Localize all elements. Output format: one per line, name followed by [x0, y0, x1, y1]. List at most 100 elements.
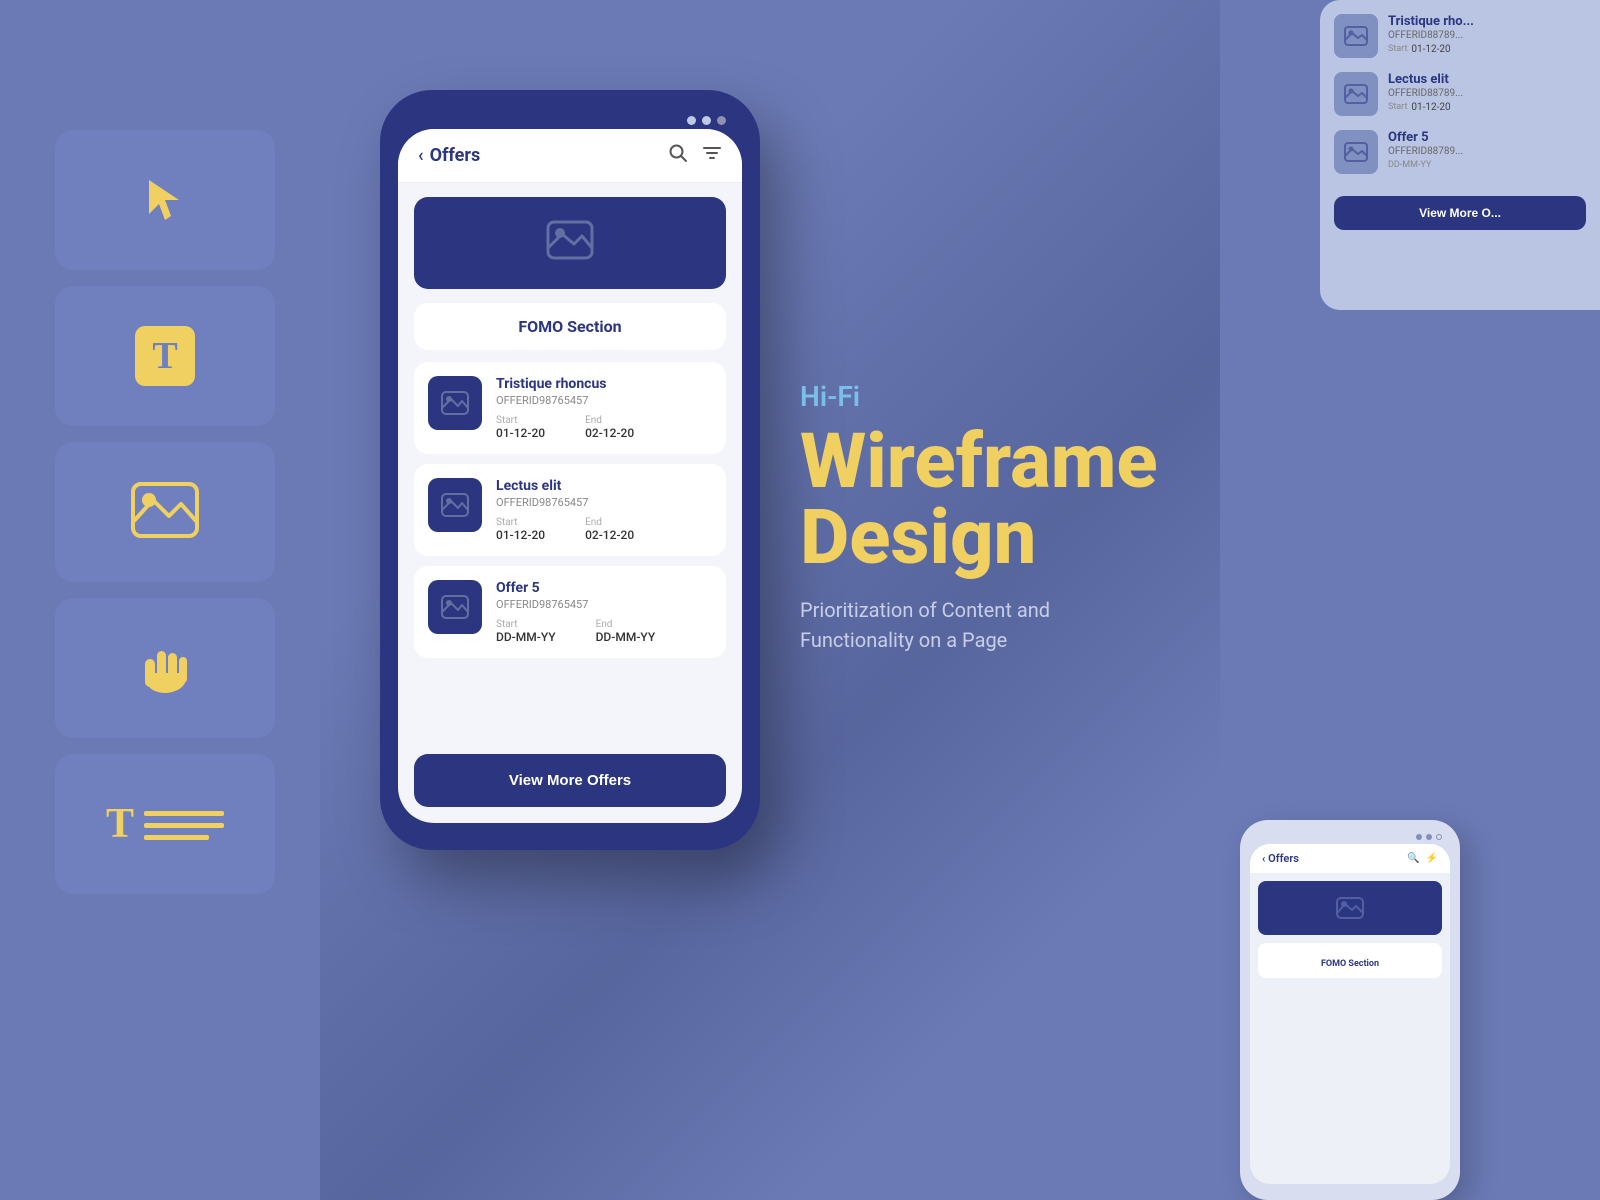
back-arrow-icon[interactable]: ‹ — [418, 145, 424, 166]
offer-thumb-1 — [428, 376, 482, 430]
panel-date-label-2: Start — [1388, 102, 1407, 113]
offer-dates-2: Start 01-12-20 End 02-12-20 — [496, 517, 712, 542]
small-status-bar — [1250, 830, 1450, 844]
end-date-3: End DD-MM-YY — [596, 619, 656, 644]
panel-view-more-button[interactable]: View More O... — [1334, 196, 1586, 230]
panel-offer-1[interactable]: Tristique rho... OFFERID88789... Start 0… — [1334, 14, 1586, 58]
offer-info-2: Lectus elit OFFERID98765457 Start 01-12-… — [496, 478, 712, 542]
panel-date-val-1: 01-12-20 — [1411, 44, 1450, 55]
end-date-2: End 02-12-20 — [585, 517, 634, 542]
panel-date-2: Start 01-12-20 — [1388, 102, 1586, 113]
start-label-2: Start — [496, 517, 545, 528]
cursor-tool[interactable] — [55, 130, 275, 270]
offer-info-1: Tristique rhoncus OFFERID98765457 Start … — [496, 376, 712, 440]
phone-screen: ‹ Offers — [398, 129, 742, 823]
header-icons — [668, 143, 722, 168]
subtitle-text: Prioritization of Content and Functional… — [800, 595, 1140, 655]
offer-dates-3: Start DD-MM-YY End DD-MM-YY — [496, 619, 712, 644]
small-phone: ‹ Offers 🔍 ⚡ FOMO Section — [1240, 820, 1460, 1200]
phone-main: ‹ Offers — [380, 90, 760, 850]
hand-icon — [139, 637, 191, 699]
offer-name-3: Offer 5 — [496, 580, 712, 596]
small-dot-3 — [1436, 834, 1442, 840]
textpara-icon: T — [106, 803, 224, 845]
panel-date-label-3: DD-MM-YY — [1388, 160, 1431, 170]
fomo-label: FOMO Section — [518, 317, 621, 336]
panel-thumb-3 — [1334, 130, 1378, 174]
offer-card-2[interactable]: Lectus elit OFFERID98765457 Start 01-12-… — [414, 464, 726, 556]
cursor-icon — [145, 176, 185, 224]
filter-icon[interactable] — [702, 143, 722, 168]
panel-date-label-1: Start — [1388, 44, 1407, 55]
fomo-label-card: FOMO Section — [414, 303, 726, 350]
search-icon[interactable] — [668, 143, 688, 168]
start-value-1: 01-12-20 — [496, 426, 545, 440]
offer-name-1: Tristique rhoncus — [496, 376, 712, 392]
offer-card-1[interactable]: Tristique rhoncus OFFERID98765457 Start … — [414, 362, 726, 454]
start-date-2: Start 01-12-20 — [496, 517, 545, 542]
wireframe-line2: Design — [800, 492, 1036, 582]
offer-info-3: Offer 5 OFFERID98765457 Start DD-MM-YY E… — [496, 580, 712, 644]
screen-header: ‹ Offers — [398, 129, 742, 183]
panel-thumb-2 — [1334, 72, 1378, 116]
screen-title: Offers — [430, 145, 481, 166]
panel-offer-info-1: Tristique rho... OFFERID88789... Start 0… — [1388, 14, 1586, 55]
start-date-3: Start DD-MM-YY — [496, 619, 556, 644]
panel-offer-name-3: Offer 5 — [1388, 130, 1586, 145]
offer-id-2: OFFERID98765457 — [496, 496, 712, 509]
phone-outer: ‹ Offers — [380, 90, 760, 850]
small-filter-icon[interactable]: ⚡ — [1426, 853, 1438, 864]
small-search-icon[interactable]: 🔍 — [1407, 853, 1419, 864]
panel-offer-3[interactable]: Offer 5 OFFERID88789... DD-MM-YY — [1334, 130, 1586, 174]
panel-offer-id-2: OFFERID88789... — [1388, 88, 1586, 99]
right-panel: Tristique rho... OFFERID88789... Start 0… — [1320, 0, 1600, 310]
small-fomo-label: FOMO Section — [1321, 959, 1379, 969]
panel-date-1: Start 01-12-20 — [1388, 44, 1586, 55]
offer-name-2: Lectus elit — [496, 478, 712, 494]
end-date-1: End 02-12-20 — [585, 415, 634, 440]
end-label-2: End — [585, 517, 634, 528]
status-bar — [398, 108, 742, 129]
panel-offer-name-1: Tristique rho... — [1388, 14, 1586, 29]
status-dot-3 — [717, 116, 726, 125]
image-icon — [131, 482, 199, 542]
small-dot-2 — [1426, 834, 1432, 840]
panel-date-3: DD-MM-YY — [1388, 160, 1586, 170]
fomo-banner-icon — [546, 220, 594, 267]
panel-thumb-1 — [1334, 14, 1378, 58]
status-dot-2 — [702, 116, 711, 125]
textpara-tool[interactable]: T — [55, 754, 275, 894]
image-tool[interactable] — [55, 442, 275, 582]
small-phone-outer: ‹ Offers 🔍 ⚡ FOMO Section — [1240, 820, 1460, 1200]
view-more-button[interactable]: View More Offers — [414, 754, 726, 807]
start-label-3: Start — [496, 619, 556, 630]
panel-date-val-2: 01-12-20 — [1411, 102, 1450, 113]
end-label-1: End — [585, 415, 634, 426]
panel-offer-2[interactable]: Lectus elit OFFERID88789... Start 01-12-… — [1334, 72, 1586, 116]
start-label-1: Start — [496, 415, 545, 426]
text-tool[interactable]: T — [55, 286, 275, 426]
small-header-icons: 🔍 ⚡ — [1407, 853, 1438, 864]
end-value-2: 02-12-20 — [585, 528, 634, 542]
offers-list: Tristique rhoncus OFFERID98765457 Start … — [398, 350, 742, 750]
panel-offer-id-1: OFFERID88789... — [1388, 30, 1586, 41]
small-fomo-card: FOMO Section — [1258, 943, 1442, 978]
small-screen-header: ‹ Offers 🔍 ⚡ — [1250, 844, 1450, 873]
right-text-section: Hi-Fi Wireframe Design Prioritization of… — [800, 380, 1158, 655]
wireframe-title: Wireframe Design — [800, 423, 1158, 575]
small-screen: ‹ Offers 🔍 ⚡ FOMO Section — [1250, 844, 1450, 1184]
fomo-banner — [414, 197, 726, 289]
toolbar: T T — [55, 130, 275, 894]
end-value-1: 02-12-20 — [585, 426, 634, 440]
hand-tool[interactable] — [55, 598, 275, 738]
panel-offer-info-3: Offer 5 OFFERID88789... DD-MM-YY — [1388, 130, 1586, 170]
small-back-label[interactable]: ‹ Offers — [1262, 852, 1299, 865]
start-value-3: DD-MM-YY — [496, 630, 556, 644]
offer-thumb-2 — [428, 478, 482, 532]
panel-offer-name-2: Lectus elit — [1388, 72, 1586, 87]
end-value-3: DD-MM-YY — [596, 630, 656, 644]
small-fomo-banner — [1258, 881, 1442, 935]
offer-card-3[interactable]: Offer 5 OFFERID98765457 Start DD-MM-YY E… — [414, 566, 726, 658]
offer-id-3: OFFERID98765457 — [496, 598, 712, 611]
hifi-label: Hi-Fi — [800, 380, 1158, 413]
